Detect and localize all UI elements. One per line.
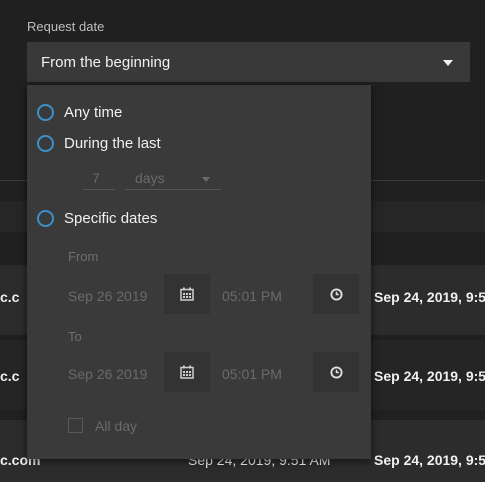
calendar-icon [180, 287, 194, 301]
row-date-cell: Sep 24, 2019, 9:5 [374, 368, 485, 384]
during-last-amount-input[interactable]: 7 [92, 170, 100, 186]
request-date-select[interactable]: From the beginning [27, 42, 470, 82]
clock-icon [329, 287, 343, 301]
from-label: From [68, 249, 99, 264]
during-last-label: During the last [64, 135, 161, 152]
during-last-unit-select[interactable]: days [135, 170, 165, 186]
to-calendar-button[interactable] [164, 352, 210, 392]
date-filter-dropdown: Any time During the last 7 days Specific… [27, 85, 371, 459]
all-day-checkbox[interactable] [68, 418, 83, 433]
specific-dates-label: Specific dates [64, 210, 158, 227]
option-any-time[interactable]: Any time [37, 104, 122, 121]
selected-value: From the beginning [41, 53, 171, 71]
calendar-icon [180, 365, 194, 379]
row-date-cell: Sep 24, 2019, 9:5 [374, 452, 485, 468]
unit-caret-icon [202, 177, 210, 182]
option-during-last[interactable]: During the last [37, 135, 161, 152]
row-date-cell: Sep 24, 2019, 9:5 [374, 289, 485, 305]
from-clock-button[interactable] [313, 274, 359, 314]
all-day-label: All day [95, 418, 138, 434]
row-email-cell: c.c [0, 289, 20, 305]
from-date-input[interactable]: Sep 26 2019 [68, 288, 147, 304]
to-clock-button[interactable] [313, 352, 359, 392]
from-calendar-button[interactable] [164, 274, 210, 314]
to-label: To [68, 329, 82, 344]
dropdown-caret-icon [443, 60, 453, 66]
to-time-input[interactable]: 05:01 PM [222, 366, 282, 382]
during-last-radio[interactable] [37, 135, 54, 152]
any-time-label: Any time [64, 104, 123, 121]
unit-underline [125, 189, 221, 190]
to-date-input[interactable]: Sep 26 2019 [68, 366, 147, 382]
amount-underline [83, 189, 115, 190]
from-time-input[interactable]: 05:01 PM [222, 288, 282, 304]
specific-dates-radio[interactable] [37, 210, 54, 227]
any-time-radio[interactable] [37, 104, 54, 121]
request-date-label: Request date [27, 19, 105, 34]
row-email-cell: c.c [0, 368, 20, 384]
option-specific-dates[interactable]: Specific dates [37, 210, 157, 227]
clock-icon [329, 365, 343, 379]
